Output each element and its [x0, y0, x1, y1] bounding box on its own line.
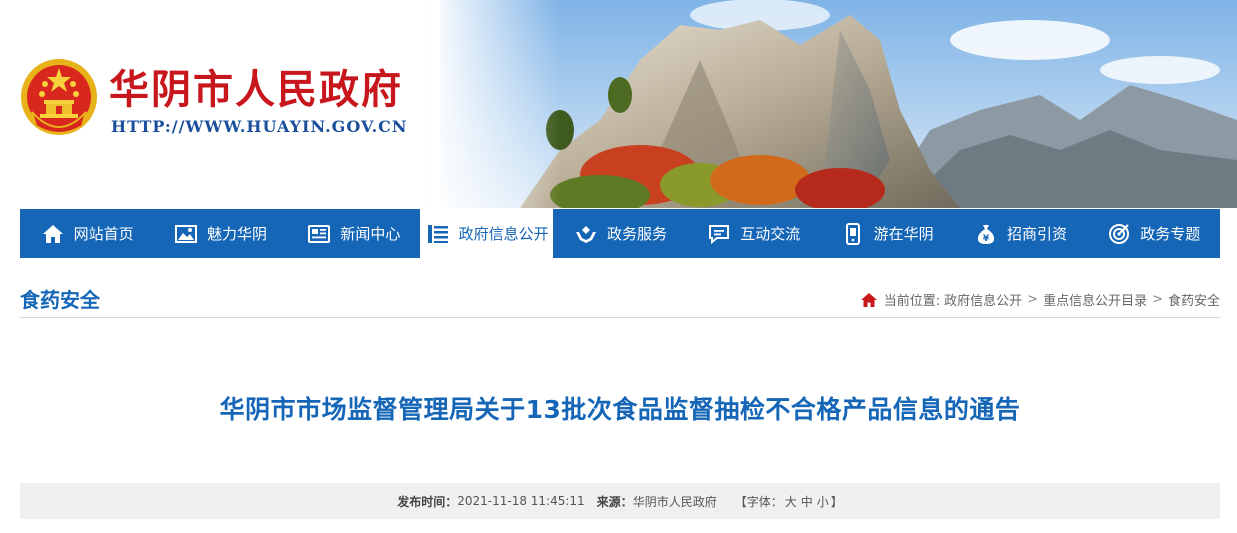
- breadcrumb-separator: >: [1027, 292, 1039, 307]
- main-nav: 网站首页 魅力华阴 新闻中心 政府信息公开 政务服务 互动交流 游在华阴 ¥ 招…: [20, 209, 1220, 258]
- nav-item-charm[interactable]: 魅力华阴: [153, 209, 286, 258]
- section-title: 食药安全: [20, 288, 100, 312]
- font-size-close-bracket: 】: [830, 494, 843, 509]
- svg-text:¥: ¥: [983, 234, 990, 244]
- breadcrumb-link-food-drug[interactable]: 食药安全: [1168, 290, 1220, 309]
- home-icon: [40, 221, 66, 247]
- nav-item-interaction[interactable]: 互动交流: [687, 209, 820, 258]
- nav-item-label: 网站首页: [73, 225, 134, 243]
- article-meta-bar: 发布时间： 2021-11-18 11:45:11 来源： 华阴市人民政府 【字…: [20, 483, 1220, 519]
- font-size-small-button[interactable]: 小: [817, 495, 829, 509]
- site-url: HTTP://WWW.HUAYIN.GOV.CN: [111, 117, 408, 136]
- nav-item-label: 政务专题: [1140, 225, 1201, 243]
- source-label: 来源：: [596, 494, 633, 509]
- money-bag-icon: ¥: [973, 221, 999, 247]
- article-title: 华阴市市场监督管理局关于13批次食品监督抽检不合格产品信息的通告: [219, 395, 1021, 424]
- nav-item-label: 新闻中心: [340, 225, 401, 243]
- breadcrumb-separator: >: [1152, 292, 1163, 307]
- font-size-control: 【字体：大中小】: [735, 493, 843, 510]
- nav-item-home[interactable]: 网站首页: [20, 209, 153, 258]
- nav-item-gov-service[interactable]: 政务服务: [553, 209, 686, 258]
- chat-icon: [706, 221, 732, 247]
- nav-item-label: 魅力华阴: [206, 225, 267, 243]
- font-size-large-button[interactable]: 大: [785, 495, 797, 509]
- list-icon: [425, 221, 451, 247]
- hands-service-icon: [573, 221, 599, 247]
- news-icon: [306, 221, 332, 247]
- header-banner: 华阴市人民政府 HTTP://WWW.HUAYIN.GOV.CN: [0, 0, 1237, 208]
- font-size-medium-button[interactable]: 中: [801, 495, 813, 509]
- nav-item-label: 政府信息公开: [458, 225, 549, 243]
- source-value: 华阴市人民政府: [632, 494, 717, 509]
- breadcrumb-link-key-catalog[interactable]: 重点信息公开目录: [1043, 290, 1147, 309]
- nav-item-travel[interactable]: 游在华阴: [820, 209, 953, 258]
- nav-item-label: 政务服务: [606, 225, 667, 243]
- nav-item-topics[interactable]: 政务专题: [1087, 209, 1220, 258]
- section-header: 食药安全 当前位置: 政府信息公开 > 重点信息公开目录 > 食药安全: [20, 278, 1220, 318]
- publish-time-value: 2021-11-18 11:45:11: [457, 494, 585, 508]
- national-emblem-logo: [21, 59, 97, 135]
- site-title: 华阴市人民政府: [109, 66, 403, 113]
- picture-icon: [173, 221, 199, 247]
- nav-item-gov-info[interactable]: 政府信息公开: [419, 209, 554, 258]
- nav-item-news[interactable]: 新闻中心: [287, 209, 420, 258]
- nav-item-label: 游在华阴: [873, 225, 934, 243]
- font-size-label: 【字体：: [734, 494, 783, 509]
- phone-travel-icon: [840, 221, 866, 247]
- home-icon: [860, 292, 877, 307]
- breadcrumb-link-gov-info[interactable]: 政府信息公开: [944, 290, 1022, 309]
- publish-time-label: 发布时间：: [397, 494, 458, 509]
- breadcrumb-prefix: 当前位置:: [883, 294, 941, 309]
- nav-item-investment[interactable]: ¥ 招商引资: [953, 209, 1086, 258]
- target-icon: [1106, 221, 1132, 247]
- breadcrumb: 当前位置: 政府信息公开 > 重点信息公开目录 > 食药安全: [860, 290, 1220, 309]
- nav-item-label: 招商引资: [1006, 225, 1067, 243]
- nav-item-label: 互动交流: [740, 225, 801, 243]
